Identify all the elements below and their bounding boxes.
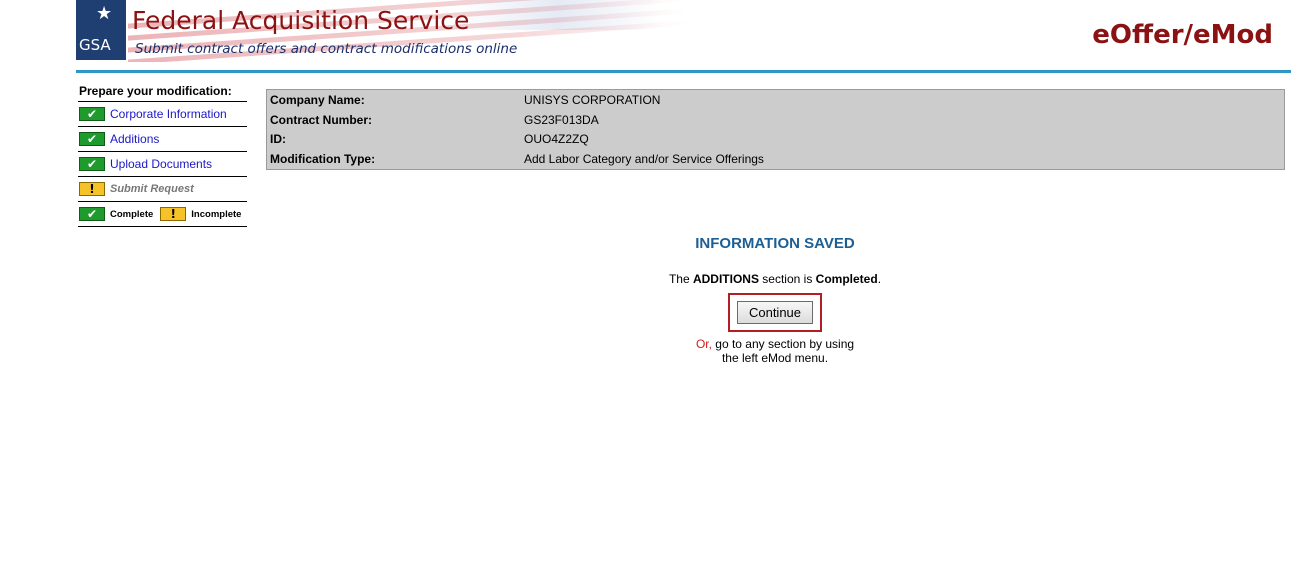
checkmark-icon: ✔ [86, 107, 98, 121]
exclamation-icon: ! [170, 207, 177, 221]
info-value: OUO4Z2ZQ [524, 132, 589, 146]
sidebar-item-additions[interactable]: ✔ Additions [78, 127, 247, 152]
page-header: ★ GSA Federal Acquisition Service Submit… [76, 0, 1291, 70]
sidebar-link-upload-documents[interactable]: Upload Documents [110, 157, 212, 171]
checkmark-icon: ✔ [86, 132, 98, 146]
message-text: . [877, 272, 882, 286]
gsa-logo-text: GSA [79, 36, 111, 54]
header-divider [76, 70, 1291, 73]
section-name: ADDITIONS [692, 272, 759, 286]
info-label: Modification Type: [270, 152, 376, 166]
complete-badge: ✔ [79, 107, 105, 121]
header-title: Federal Acquisition Service [132, 6, 470, 35]
complete-badge: ✔ [79, 132, 105, 146]
header-subtitle: Submit contract offers and contract modi… [135, 41, 518, 57]
sidebar-item-upload-documents[interactable]: ✔ Upload Documents [78, 152, 247, 177]
info-label: Contract Number: [270, 113, 373, 127]
message-text: section is [758, 272, 816, 286]
sidebar-item-submit-request: ! Submit Request [78, 177, 247, 202]
complete-badge: ✔ [79, 207, 105, 221]
info-label: Company Name: [270, 93, 365, 107]
section-status: Completed [815, 272, 878, 286]
sidebar-link-additions[interactable]: Additions [110, 132, 159, 146]
sidebar-link-submit-request: Submit Request [110, 183, 194, 195]
legend-complete-label: Complete [110, 208, 154, 220]
legend-incomplete-label: Incomplete [191, 208, 242, 220]
info-value: Add Labor Category and/or Service Offeri… [524, 152, 764, 166]
info-value: UNISYS CORPORATION [524, 93, 661, 107]
message-text: The [668, 272, 693, 286]
incomplete-badge: ! [79, 182, 105, 196]
section-completed-message: The ADDITIONS section is Completed. [560, 272, 990, 286]
or-line-1: go to any section by using [711, 337, 855, 351]
info-value: GS23F013DA [524, 113, 599, 127]
contract-info-panel: Company Name: UNISYS CORPORATION Contrac… [266, 89, 1285, 170]
info-label: ID: [270, 132, 286, 146]
sidebar-link-corporate-information[interactable]: Corporate Information [110, 107, 227, 121]
app-name: eOffer/eMod [1092, 20, 1273, 50]
incomplete-badge: ! [160, 207, 187, 221]
emod-menu: Prepare your modification: ✔ Corporate I… [78, 84, 247, 227]
information-saved-heading: INFORMATION SAVED [695, 235, 855, 252]
checkmark-icon: ✔ [86, 207, 98, 221]
status-legend: ✔ Complete ! Incomplete [78, 202, 247, 227]
or-line-2: the left eMod menu. [721, 351, 829, 365]
or-word: Or, [695, 337, 712, 351]
alternate-navigation-message: Or, go to any section by using the left … [640, 337, 910, 365]
exclamation-icon: ! [89, 182, 95, 196]
sidebar-item-corporate-information[interactable]: ✔ Corporate Information [78, 102, 247, 127]
continue-highlight: Continue [728, 293, 822, 332]
sidebar-title: Prepare your modification: [78, 84, 247, 102]
star-icon: ★ [96, 3, 113, 24]
gsa-logo: ★ GSA [76, 0, 126, 60]
complete-badge: ✔ [79, 157, 105, 171]
checkmark-icon: ✔ [86, 157, 98, 171]
continue-button[interactable]: Continue [737, 301, 813, 324]
